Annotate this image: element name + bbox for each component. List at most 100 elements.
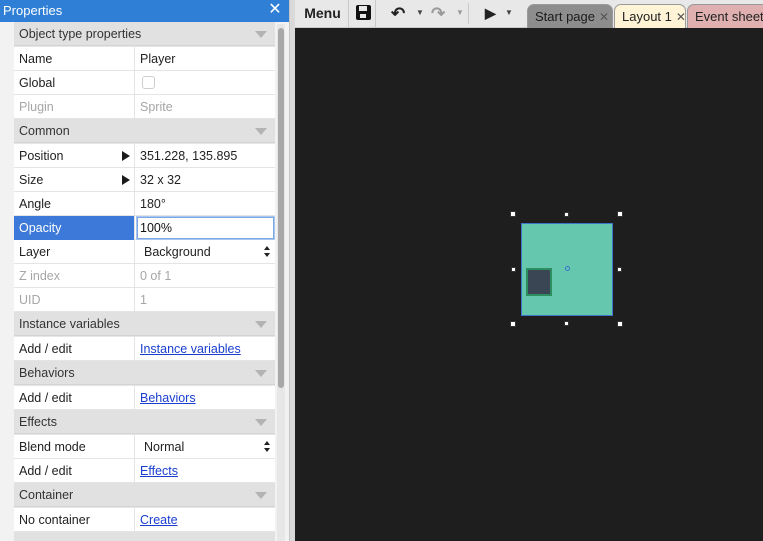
property-row-name[interactable]: Name Player xyxy=(14,47,275,71)
chevron-down-icon[interactable] xyxy=(255,321,267,328)
close-icon[interactable]: ✕ xyxy=(268,1,282,19)
tab-label: Event sheet xyxy=(695,9,763,24)
property-row-position[interactable]: Position 351.228, 135.895 xyxy=(14,144,275,168)
close-icon[interactable]: ✕ xyxy=(599,10,609,24)
blend-mode-select[interactable]: Normal xyxy=(136,435,275,459)
resize-handle-right[interactable] xyxy=(617,267,622,272)
property-grid: Object type properties Name Player Globa… xyxy=(14,22,275,541)
chevron-down-icon[interactable] xyxy=(255,128,267,135)
play-icon[interactable]: ▶ xyxy=(485,0,496,27)
floppy-disk-icon xyxy=(356,5,371,20)
property-name: Size xyxy=(14,168,135,192)
effects-link[interactable]: Effects xyxy=(140,464,178,478)
section-instance-variables[interactable]: Instance variables xyxy=(14,312,275,336)
tab-label: Start page xyxy=(535,9,595,24)
section-label: Object type properties xyxy=(19,27,142,41)
property-value[interactable]: Player xyxy=(136,47,275,71)
resize-handle-bottom-left[interactable] xyxy=(510,321,516,327)
property-name: Z index xyxy=(14,264,135,288)
player-sprite[interactable] xyxy=(521,223,613,316)
save-button[interactable] xyxy=(350,0,376,27)
property-value: Sprite xyxy=(140,100,173,114)
chevron-down-icon[interactable] xyxy=(255,492,267,499)
menu-button[interactable]: Menu xyxy=(297,0,349,27)
property-row-z-index: Z index 0 of 1 xyxy=(14,264,275,288)
property-row-effects: Add / edit Effects xyxy=(14,459,275,483)
section-object-type-properties[interactable]: Object type properties xyxy=(14,22,275,46)
redo-icon[interactable]: ↷ xyxy=(431,0,445,27)
global-checkbox[interactable] xyxy=(142,76,155,89)
property-name: Add / edit xyxy=(14,386,135,410)
section-label: Common xyxy=(19,124,70,138)
property-value: 1 xyxy=(140,293,147,307)
property-row-angle[interactable]: Angle 180° xyxy=(14,192,275,216)
resize-handle-top-left[interactable] xyxy=(510,211,516,217)
select-arrows-icon xyxy=(264,441,270,453)
expand-arrow-icon[interactable] xyxy=(122,175,130,185)
section-partial xyxy=(14,532,275,541)
property-name: Angle xyxy=(14,192,135,216)
section-container[interactable]: Container xyxy=(14,483,275,507)
run-dropdown-icon[interactable]: ▼ xyxy=(505,0,513,25)
section-label: Instance variables xyxy=(19,317,120,331)
property-row-uid: UID 1 xyxy=(14,288,275,312)
property-row-instance-variables: Add / edit Instance variables xyxy=(14,337,275,361)
section-label: Effects xyxy=(19,415,57,429)
property-row-layer[interactable]: Layer Background xyxy=(14,240,275,264)
property-row-opacity[interactable]: Opacity xyxy=(14,216,275,240)
property-name: UID xyxy=(14,288,135,312)
main-toolbar: Menu ↶ ▼ ↷ ▼ ▶ ▼ Start page ✕ Layout 1 ✕ E… xyxy=(295,0,763,28)
property-value[interactable]: 32 x 32 xyxy=(136,168,275,192)
property-row-plugin: Plugin Sprite xyxy=(14,95,275,119)
origin-point-icon xyxy=(565,266,570,271)
property-name: Name xyxy=(14,47,135,71)
resize-handle-left[interactable] xyxy=(511,267,516,272)
layout-canvas[interactable] xyxy=(295,28,763,541)
select-arrows-icon xyxy=(264,246,270,258)
property-name: Opacity xyxy=(14,216,135,240)
property-name: Add / edit xyxy=(14,337,135,361)
expand-arrow-icon[interactable] xyxy=(122,151,130,161)
tab-start-page[interactable]: Start page ✕ xyxy=(527,4,613,28)
layer-select[interactable]: Background xyxy=(136,240,275,264)
instance-variables-link[interactable]: Instance variables xyxy=(140,342,241,356)
property-value[interactable]: 180° xyxy=(136,192,275,216)
undo-dropdown-icon[interactable]: ▼ xyxy=(416,0,424,25)
property-name: Blend mode xyxy=(14,435,135,459)
chevron-down-icon[interactable] xyxy=(255,370,267,377)
behaviors-link[interactable]: Behaviors xyxy=(140,391,196,405)
property-name: Global xyxy=(14,71,135,95)
property-value: 0 of 1 xyxy=(140,269,172,283)
section-common[interactable]: Common xyxy=(14,119,275,143)
chevron-down-icon[interactable] xyxy=(255,31,267,38)
section-behaviors[interactable]: Behaviors xyxy=(14,361,275,385)
section-effects[interactable]: Effects xyxy=(14,410,275,434)
tab-label: Layout 1 xyxy=(622,9,672,24)
panel-scrollbar[interactable] xyxy=(277,24,285,541)
panel-title-bar: Properties ✕ xyxy=(0,0,289,22)
property-name: Position xyxy=(14,144,135,168)
resize-handle-top-right[interactable] xyxy=(617,211,623,217)
tab-layout-1[interactable]: Layout 1 ✕ xyxy=(614,4,686,28)
resize-handle-top[interactable] xyxy=(564,212,569,217)
toolbar-divider xyxy=(468,3,469,24)
redo-dropdown-icon[interactable]: ▼ xyxy=(456,0,464,25)
undo-icon[interactable]: ↶ xyxy=(391,0,405,27)
property-value[interactable]: 351.228, 135.895 xyxy=(136,144,275,168)
scrollbar-thumb[interactable] xyxy=(278,28,284,388)
tab-event-sheet[interactable]: Event sheet xyxy=(687,4,763,28)
resize-handle-bottom-right[interactable] xyxy=(617,321,623,327)
create-container-link[interactable]: Create xyxy=(140,513,178,527)
property-name: Plugin xyxy=(14,95,135,119)
chevron-down-icon[interactable] xyxy=(255,419,267,426)
property-row-behaviors: Add / edit Behaviors xyxy=(14,386,275,410)
resize-handle-bottom[interactable] xyxy=(564,321,569,326)
layer-select-value: Background xyxy=(144,245,211,259)
panel-title: Properties xyxy=(3,3,63,18)
property-row-size[interactable]: Size 32 x 32 xyxy=(14,168,275,192)
close-icon[interactable]: ✕ xyxy=(676,10,686,24)
property-row-blend-mode[interactable]: Blend mode Normal xyxy=(14,435,275,459)
property-row-container: No container Create xyxy=(14,508,275,532)
property-name: Add / edit xyxy=(14,459,135,483)
opacity-input[interactable] xyxy=(136,216,275,240)
